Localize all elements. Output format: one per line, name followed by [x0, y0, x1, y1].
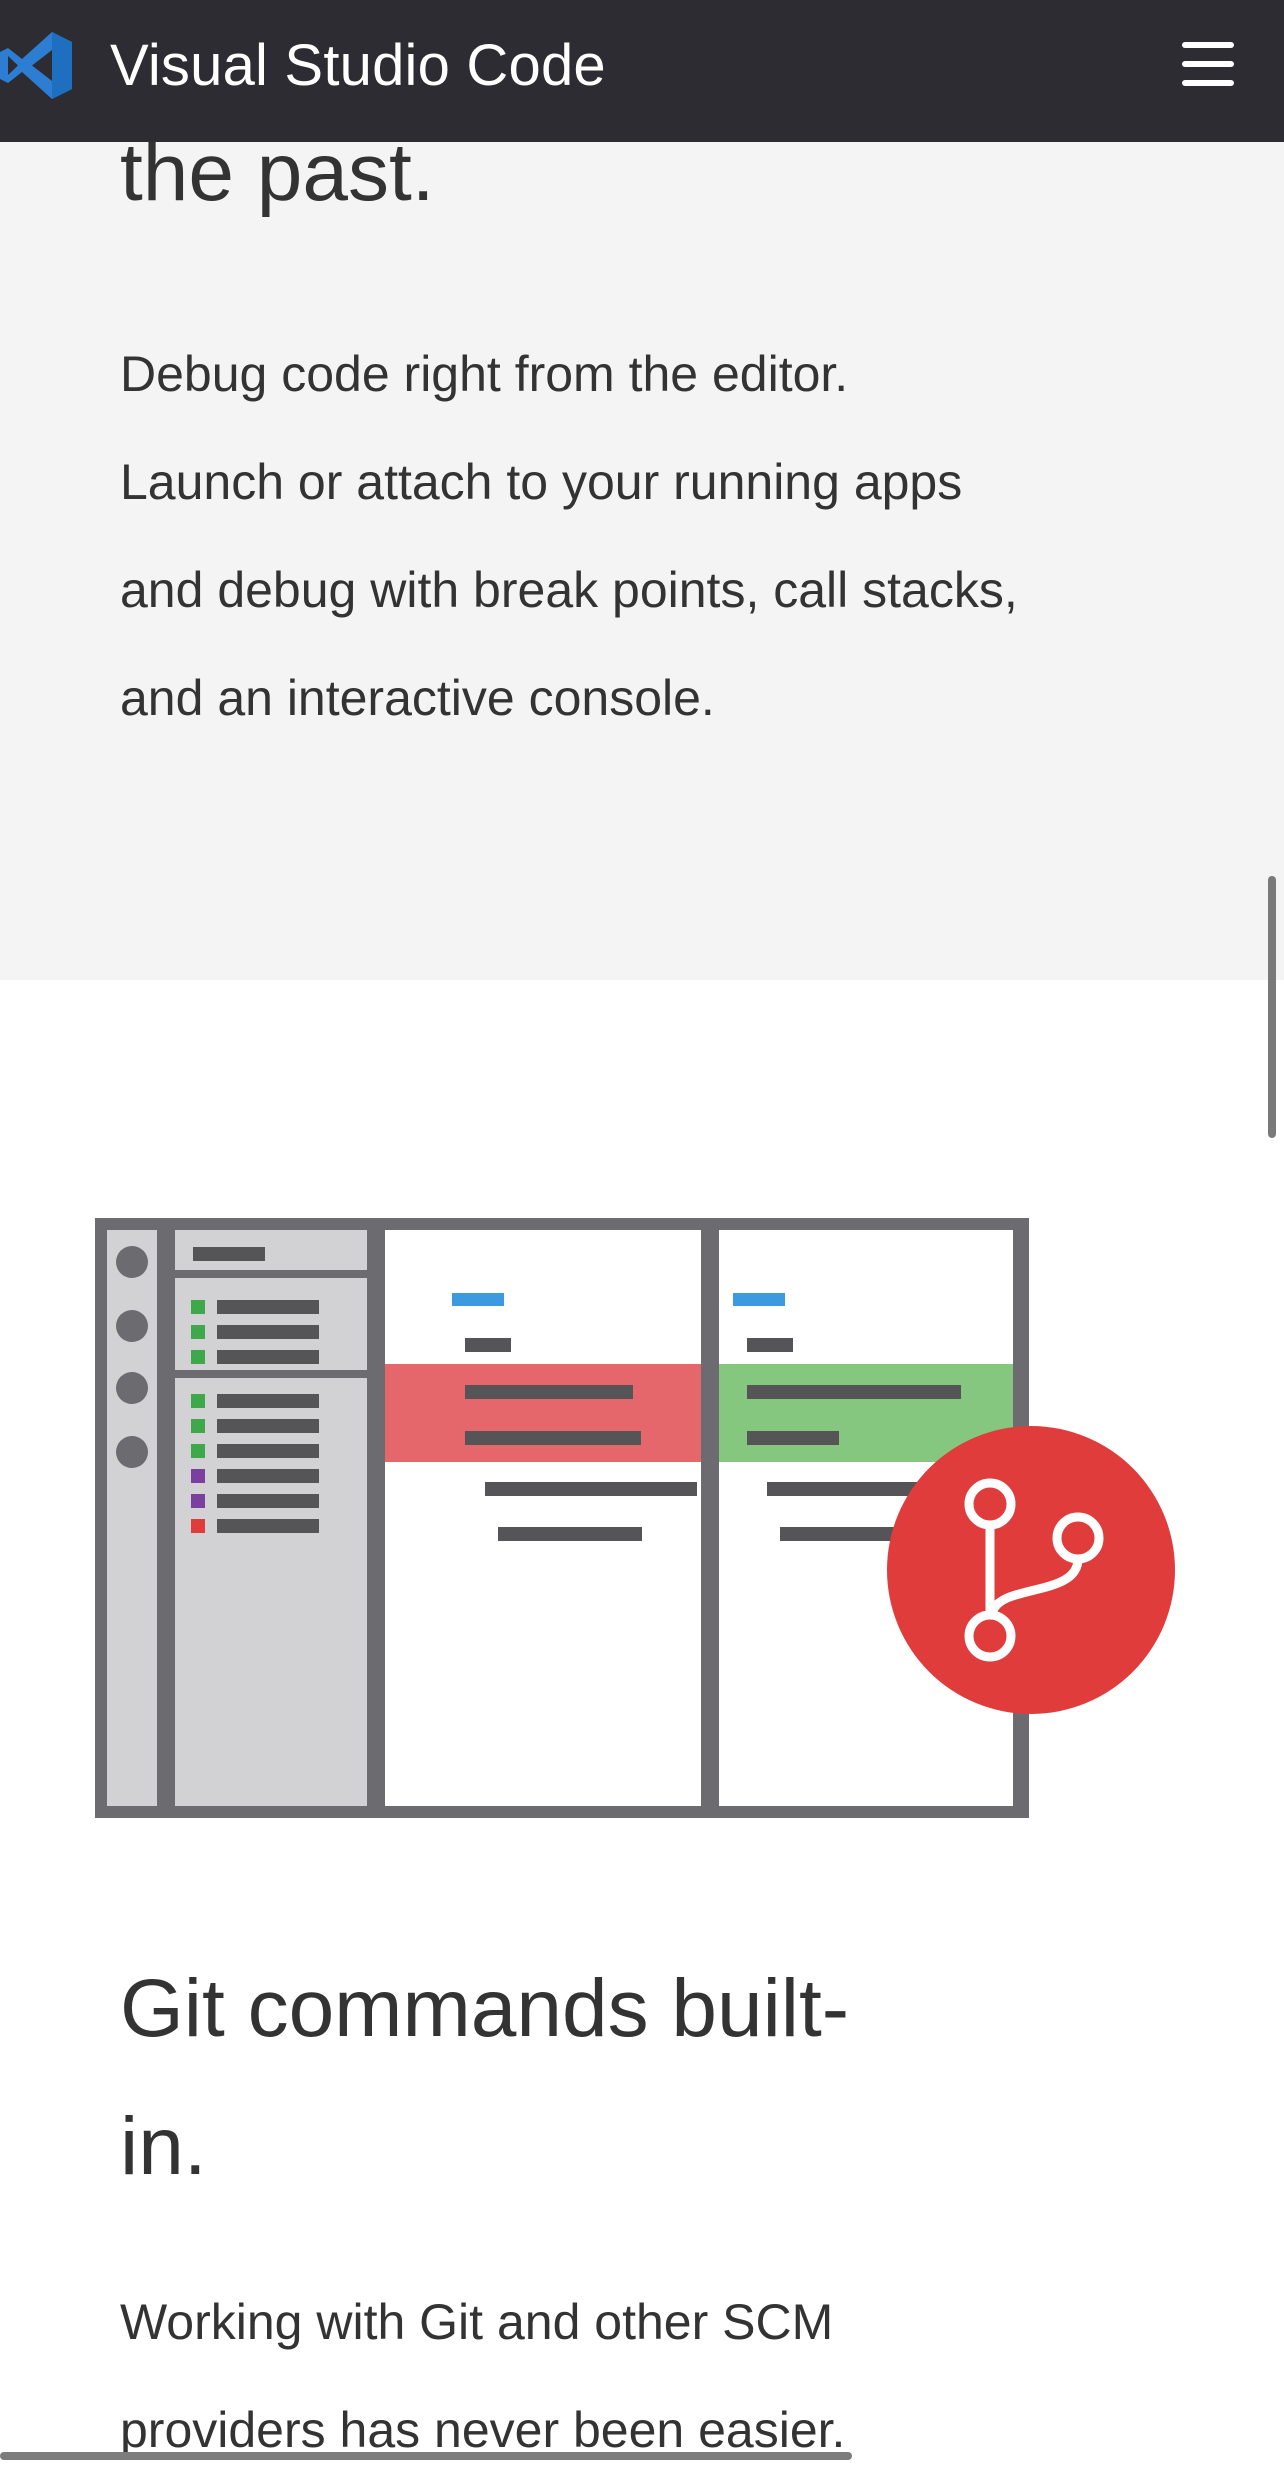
git-branch-icon — [887, 1426, 1175, 1714]
top-navbar: Visual Studio Code — [0, 0, 1284, 142]
git-heading-line: in. — [120, 2101, 207, 2192]
git-heading: Git commands built- in. — [120, 1940, 940, 2216]
debug-description: Debug code right from the editor. Launch… — [120, 320, 1120, 752]
debug-text-line: and debug with break points, call stacks… — [120, 562, 1018, 618]
hamburger-menu-icon[interactable] — [1180, 36, 1236, 92]
git-heading-line: Git commands built- — [120, 1963, 850, 2054]
home-indicator[interactable] — [0, 2452, 852, 2460]
debug-text-line: and an interactive console. — [120, 670, 715, 726]
debug-text-line: Debug code right from the editor. — [120, 346, 849, 402]
git-illustration — [95, 1218, 1185, 1818]
page: Visual Studio Code the past. Debug code … — [0, 0, 1284, 2468]
git-text-line: Working with Git and other SCM — [120, 2294, 834, 2350]
brand-name[interactable]: Visual Studio Code — [110, 0, 606, 132]
scrollbar-thumb[interactable] — [1268, 876, 1276, 1138]
vscode-logo-icon[interactable] — [0, 28, 75, 103]
git-description: Working with Git and other SCM providers… — [120, 2268, 1160, 2468]
debug-text-line: Launch or attach to your running apps — [120, 454, 963, 510]
scm-editor-illustration — [95, 1218, 1175, 1818]
debug-section: the past. Debug code right from the edit… — [0, 0, 1284, 980]
